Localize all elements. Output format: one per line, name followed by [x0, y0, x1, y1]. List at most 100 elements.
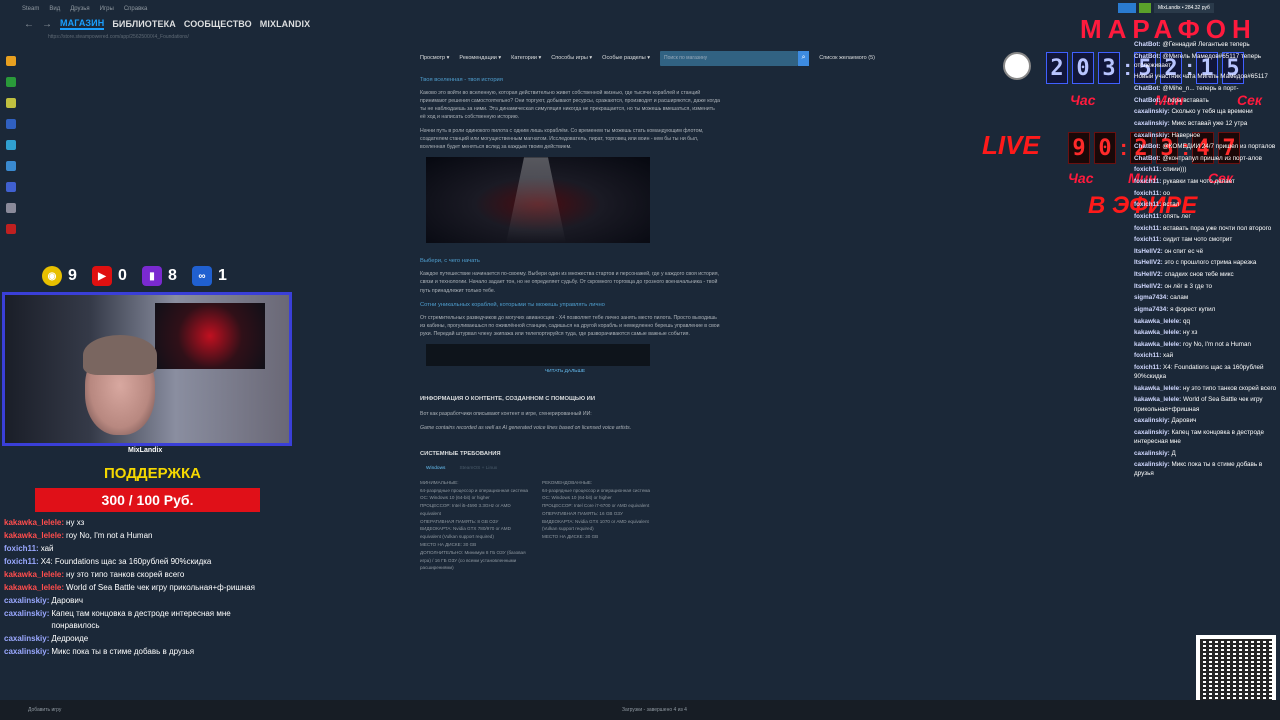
- chat-message: foxich11: опять лег: [1134, 212, 1280, 221]
- menu-help[interactable]: Справка: [124, 6, 148, 12]
- sysreq-columns: МИНИМАЛЬНЫЕ: 64-разрядные процессор и оп…: [420, 479, 720, 573]
- chat-message: foxich11: спиии))): [1134, 165, 1280, 174]
- wall-poster: [155, 303, 265, 369]
- req-line: ОПЕРАТИВНАЯ ПАМЯТЬ: 8 GB ОЗУ: [420, 518, 499, 524]
- nav-recommendations[interactable]: Рекомендации ▾: [459, 55, 501, 61]
- req-line: ДОПОЛНИТЕЛЬНО: Минимум 8 ГБ ОЗУ (базовая…: [420, 549, 526, 571]
- chat-message: caxalinskiy: Капец там концовка в дестрод…: [4, 608, 276, 632]
- chat-username: foxich11:: [1134, 236, 1164, 244]
- chat-message: foxich11: хай: [4, 543, 276, 555]
- obs-icon[interactable]: [6, 224, 16, 234]
- req-line: ОПЕРАТИВНАЯ ПАМЯТЬ: 16 GB ОЗУ: [542, 510, 623, 516]
- search-icon[interactable]: ⌕: [797, 50, 810, 66]
- chat-username: kakawka_lelele:: [4, 518, 65, 527]
- chat-message: caxalinskiy: Наверное: [1134, 131, 1280, 140]
- clock-icon: [1003, 52, 1031, 80]
- tab-community[interactable]: СООБЩЕСТВО: [184, 19, 252, 29]
- menu-view[interactable]: Вид: [49, 6, 60, 12]
- folder-icon[interactable]: [6, 56, 16, 66]
- chat-username: foxich11:: [1134, 364, 1164, 371]
- req-line: МЕСТО НА ДИСКЕ: 30 GB: [542, 534, 599, 540]
- chrome-icon[interactable]: [6, 77, 16, 87]
- chat-text: ну это типо танков скорей всего: [1183, 384, 1277, 392]
- game-description: Твоя вселенная - твоя история Каково это…: [420, 72, 720, 572]
- chat-text: Микс вставай уже 12 утра: [1171, 119, 1248, 127]
- url-bar[interactable]: https://store.steampowered.com/app/25625…: [48, 34, 189, 40]
- chat-username: ChatBot:: [1134, 41, 1163, 48]
- chat-text: опять лег: [1163, 212, 1191, 220]
- timer-digit: 2: [1046, 52, 1068, 84]
- eye-icon: ◉: [42, 266, 62, 286]
- chat-username: foxich11:: [1134, 189, 1164, 197]
- chat-username: kakawka_lelele:: [1134, 317, 1184, 325]
- chat-text: он спит ес чё: [1164, 247, 1204, 255]
- tab-windows[interactable]: Windows: [426, 465, 445, 472]
- chat-username: ItsHellV2:: [1134, 259, 1165, 267]
- wishlist-link[interactable]: Список желаемого (5): [819, 55, 875, 61]
- chat-text: X4: Foundations щас за 160рублей 90%скид…: [40, 557, 212, 566]
- timer-digit: 0: [1094, 132, 1116, 164]
- chat-message: kakawka_lelele: ну это типо танков скоре…: [1134, 384, 1280, 393]
- section-title: Твоя вселенная - твоя история: [420, 77, 503, 83]
- chat-username: caxalinskiy:: [4, 634, 50, 643]
- read-more-link[interactable]: ЧИТАТЬ ДАЛЬШЕ: [420, 368, 710, 375]
- store-search-input[interactable]: Поиск по магазину: [660, 50, 798, 66]
- chat-text: roy No, I'm not a Human: [66, 531, 153, 540]
- req-line: 64-разрядные процессор и операционная си…: [542, 487, 651, 493]
- nav-browse[interactable]: Просмотр ▾: [420, 55, 449, 61]
- webcam-frame: [2, 292, 292, 446]
- sysreq-title: СИСТЕМНЫЕ ТРЕБОВАНИЯ: [420, 451, 501, 458]
- app-icon[interactable]: [6, 119, 16, 129]
- chat-text: ну хз: [1183, 329, 1198, 337]
- chat-text: салам: [1170, 294, 1189, 302]
- chat-text: рукавки там чото делает: [1163, 178, 1235, 185]
- notes-icon[interactable]: [6, 98, 16, 108]
- streamer-hair: [83, 335, 157, 375]
- tab-store[interactable]: МАГАЗИН: [60, 18, 105, 30]
- chat-username: caxalinskiy:: [1134, 119, 1172, 127]
- nav-categories[interactable]: Категории ▾: [511, 55, 541, 61]
- youtube-icon: ▶: [92, 266, 112, 286]
- steam-topright: MixLandix • 284.32 руб: [1118, 3, 1214, 13]
- chat-message: foxich11: хай: [1134, 351, 1280, 360]
- sysreq-tabs: Windows SteamOS + Linux: [426, 465, 720, 472]
- menu-games[interactable]: Игры: [100, 6, 114, 12]
- chat-username: kakawka_lelele:: [1134, 396, 1184, 404]
- steam-footer: Добавить игру Загрузки - завершено 4 из …: [0, 700, 1280, 720]
- chat-username: foxich11:: [1134, 201, 1164, 209]
- chat-text: World of Sea Battle чек игру прикольная+…: [66, 583, 255, 592]
- chat-username: kakawka_lelele:: [1134, 329, 1184, 337]
- description-text: От стремительных разведчиков до могучих …: [420, 314, 720, 337]
- tab-linux[interactable]: SteamOS + Linux: [459, 465, 497, 472]
- notification-icon[interactable]: [1139, 3, 1151, 13]
- back-arrow-icon[interactable]: ←: [24, 19, 34, 30]
- nav-special[interactable]: Особые разделы ▾: [602, 55, 650, 61]
- account-menu[interactable]: MixLandix • 284.32 руб: [1154, 3, 1214, 13]
- chat-message: ItsHellV2: он лёг в 3 где то: [1134, 282, 1280, 291]
- chat-text: ну хз: [66, 518, 85, 527]
- tab-profile[interactable]: MIXLANDIX: [260, 19, 310, 29]
- chat-username: caxalinskiy:: [1134, 449, 1172, 457]
- discord-icon[interactable]: [6, 182, 16, 192]
- broadcast-icon[interactable]: [1118, 3, 1136, 13]
- nav-play-modes[interactable]: Способы игры ▾: [551, 55, 592, 61]
- chat-message: foxich11: X4: Foundations щас за 160рубле…: [4, 556, 276, 568]
- chat-message: caxalinskiy: Микс пока ты в стиме добавь…: [1134, 460, 1280, 478]
- downloads-status[interactable]: Загрузки - завершено 4 из 4: [622, 707, 687, 713]
- chat-text: хай: [40, 544, 54, 553]
- chat-username: ItsHellV2:: [1134, 282, 1165, 290]
- menu-steam[interactable]: Steam: [22, 6, 39, 12]
- steam-icon[interactable]: [6, 203, 16, 213]
- tab-library[interactable]: БИБЛИОТЕКА: [112, 19, 175, 29]
- req-line: ПРОЦЕССОР: Intel Core i7-6700 or AMD equ…: [542, 503, 650, 509]
- stream-chat-left: kakawka_lelele: ну хз kakawka_lelele: roy N…: [4, 517, 276, 659]
- chat-username: kakawka_lelele:: [4, 583, 65, 592]
- chat-username: kakawka_lelele:: [1134, 340, 1184, 348]
- chat-text: qq: [1183, 317, 1191, 325]
- telegram-icon[interactable]: [6, 140, 16, 150]
- menu-friends[interactable]: Друзья: [70, 6, 89, 12]
- forward-arrow-icon[interactable]: →: [42, 19, 52, 30]
- edge-icon[interactable]: [6, 161, 16, 171]
- description-text: Каково это войти во вселенную, которая д…: [420, 89, 720, 121]
- add-game-button[interactable]: Добавить игру: [28, 707, 61, 713]
